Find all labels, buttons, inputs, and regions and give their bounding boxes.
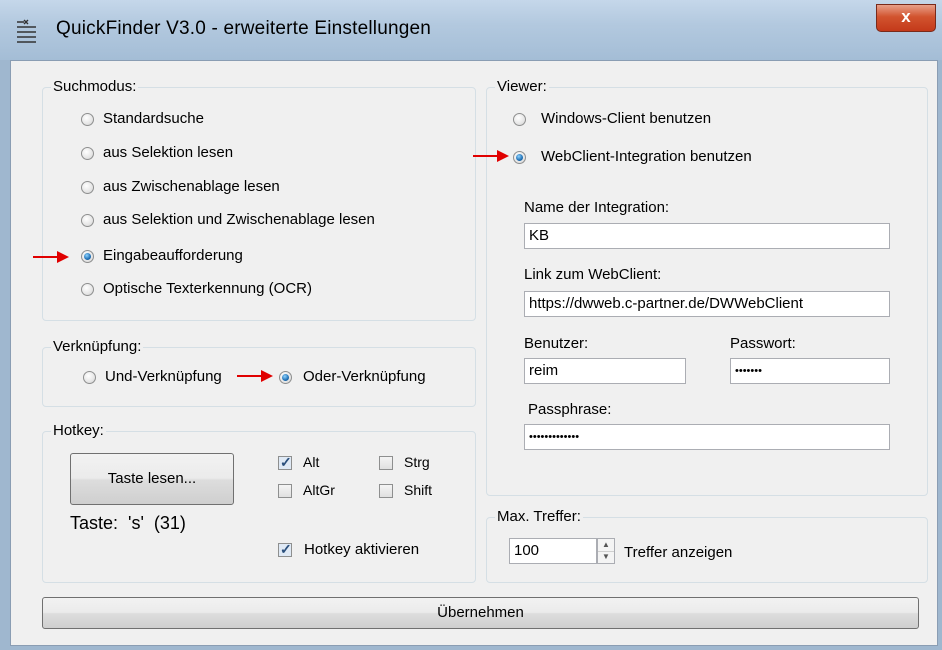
dialog-window: QuickFinder V3.0 - erweiterte Einstellun…: [0, 0, 942, 650]
spinner-down-icon[interactable]: ▼: [598, 551, 614, 563]
checkbox-strg[interactable]: [379, 456, 393, 470]
taste-lesen-button[interactable]: Taste lesen...: [70, 453, 234, 505]
treffer-anzeigen-label: Treffer anzeigen: [624, 544, 733, 561]
max-treffer-label: Max. Treffer:: [495, 508, 583, 525]
checkbox-strg-label[interactable]: Strg: [404, 454, 430, 470]
checkbox-alt[interactable]: [278, 454, 292, 471]
integration-name-input[interactable]: KB: [524, 223, 890, 249]
checkbox-shift-label[interactable]: Shift: [404, 482, 432, 498]
radio-standardsuche-label[interactable]: Standardsuche: [103, 110, 204, 127]
checkbox-altgr[interactable]: [278, 484, 292, 498]
passphrase-label: Passphrase:: [528, 401, 612, 418]
max-treffer-spinner[interactable]: ▲ ▼: [597, 538, 615, 564]
radio-und[interactable]: [83, 371, 96, 384]
arrow-pointer-oder: [237, 370, 273, 382]
radio-zwischenablage[interactable]: [81, 181, 94, 194]
radio-ocr-label[interactable]: Optische Texterkennung (OCR): [103, 280, 312, 297]
passwort-input[interactable]: •••••••: [730, 358, 890, 384]
radio-selektion-label[interactable]: aus Selektion lesen: [103, 144, 233, 161]
radio-selektion-zwischenablage[interactable]: [81, 214, 94, 227]
radio-oder[interactable]: [279, 371, 292, 384]
radio-oder-label[interactable]: Oder-Verknüpfung: [303, 368, 426, 385]
dialog-client-area: Suchmodus: Standardsuche aus Selektion l…: [10, 60, 938, 646]
benutzer-input[interactable]: reim: [524, 358, 686, 384]
radio-windows-client[interactable]: [513, 113, 526, 126]
checkbox-shift[interactable]: [379, 484, 393, 498]
link-webclient-label: Link zum WebClient:: [524, 266, 662, 283]
passwort-label: Passwort:: [730, 335, 796, 352]
radio-und-label[interactable]: Und-Verknüpfung: [105, 368, 222, 385]
app-icon: [17, 19, 36, 43]
suchmodus-label: Suchmodus:: [51, 78, 139, 95]
taste-value-text: Taste: 's' (31): [70, 513, 186, 533]
checkbox-hotkey-aktivieren[interactable]: [278, 541, 292, 558]
viewer-label: Viewer:: [495, 78, 549, 95]
arrow-pointer-eingabe: [33, 251, 69, 263]
link-webclient-input[interactable]: https://dwweb.c-partner.de/DWWebClient: [524, 291, 890, 317]
max-treffer-input[interactable]: 100: [509, 538, 597, 564]
integration-name-label: Name der Integration:: [524, 199, 670, 216]
radio-windows-client-label[interactable]: Windows-Client benutzen: [541, 110, 711, 127]
benutzer-label: Benutzer:: [524, 335, 589, 352]
radio-eingabeaufforderung-label[interactable]: Eingabeaufforderung: [103, 247, 243, 264]
checkbox-hotkey-aktivieren-label[interactable]: Hotkey aktivieren: [304, 541, 419, 558]
verknuepfung-label: Verknüpfung:: [51, 338, 144, 355]
close-button[interactable]: x: [876, 4, 936, 32]
radio-eingabeaufforderung[interactable]: [81, 250, 94, 263]
radio-zwischenablage-label[interactable]: aus Zwischenablage lesen: [103, 178, 280, 195]
radio-selektion[interactable]: [81, 147, 94, 160]
hotkey-label: Hotkey:: [51, 422, 106, 439]
checkbox-altgr-label[interactable]: AltGr: [303, 482, 335, 498]
radio-webclient-integration[interactable]: [513, 151, 526, 164]
radio-ocr[interactable]: [81, 283, 94, 296]
arrow-pointer-webclient: [473, 150, 509, 162]
radio-webclient-integration-label[interactable]: WebClient-Integration benutzen: [541, 148, 752, 165]
radio-standardsuche[interactable]: [81, 113, 94, 126]
title-bar[interactable]: QuickFinder V3.0 - erweiterte Einstellun…: [0, 0, 942, 60]
window-title: QuickFinder V3.0 - erweiterte Einstellun…: [56, 18, 432, 39]
checkbox-alt-label[interactable]: Alt: [303, 454, 319, 470]
passphrase-input[interactable]: •••••••••••••: [524, 424, 890, 450]
uebernehmen-button[interactable]: Übernehmen: [42, 597, 919, 629]
radio-selektion-zwischenablage-label[interactable]: aus Selektion und Zwischenablage lesen: [103, 211, 375, 228]
